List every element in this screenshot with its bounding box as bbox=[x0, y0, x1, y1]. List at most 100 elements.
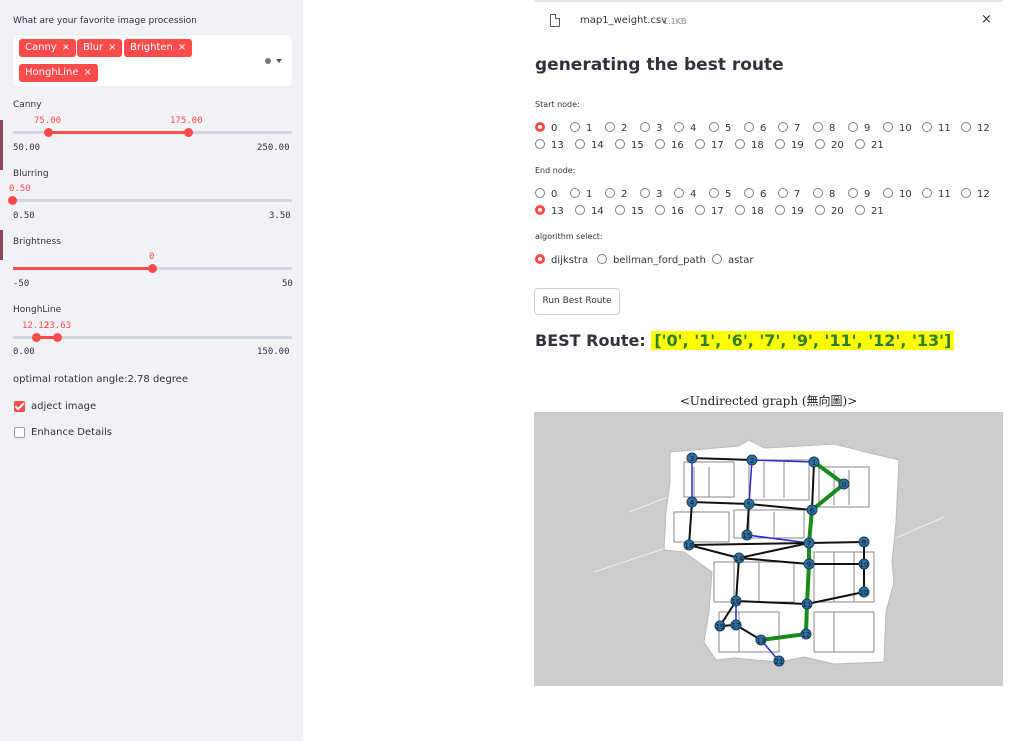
radio-button-icon[interactable] bbox=[815, 139, 825, 149]
radio-button-icon[interactable] bbox=[655, 205, 665, 215]
run-best-route-button[interactable]: Run Best Route bbox=[534, 288, 620, 315]
radio-button-icon[interactable] bbox=[775, 205, 785, 215]
radio-button-icon[interactable] bbox=[605, 122, 615, 132]
start-node-radio-15[interactable]: 15 bbox=[615, 139, 644, 151]
end-node-radio-10[interactable]: 10 bbox=[883, 188, 912, 200]
end-node-radio-16[interactable]: 16 bbox=[655, 205, 684, 217]
start-node-radio-10[interactable]: 10 bbox=[883, 122, 912, 134]
radio-button-icon[interactable] bbox=[597, 254, 607, 264]
radio-button-icon[interactable] bbox=[615, 139, 625, 149]
radio-button-icon[interactable] bbox=[695, 139, 705, 149]
canny-high-handle[interactable] bbox=[184, 128, 193, 137]
radio-button-icon[interactable] bbox=[813, 188, 823, 198]
blurring-handle[interactable] bbox=[8, 196, 17, 205]
radio-button-icon[interactable] bbox=[570, 188, 580, 198]
start-node-radio-20[interactable]: 20 bbox=[815, 139, 844, 151]
algorithm-radio-astar[interactable]: astar bbox=[712, 254, 754, 266]
start-node-radio-8[interactable]: 8 bbox=[813, 122, 835, 134]
brightness-handle[interactable] bbox=[148, 264, 157, 273]
start-node-radio-6[interactable]: 6 bbox=[744, 122, 766, 134]
end-node-radio-21[interactable]: 21 bbox=[855, 205, 884, 217]
start-node-radio-14[interactable]: 14 bbox=[575, 139, 604, 151]
honghline-high-handle[interactable] bbox=[53, 333, 62, 342]
end-node-radio-5[interactable]: 5 bbox=[709, 188, 731, 200]
honghline-low-handle[interactable] bbox=[32, 333, 41, 342]
end-node-radio-2[interactable]: 2 bbox=[605, 188, 627, 200]
canny-low-handle[interactable] bbox=[44, 128, 53, 137]
radio-button-icon[interactable] bbox=[735, 205, 745, 215]
end-node-radio-12[interactable]: 12 bbox=[961, 188, 990, 200]
chip-honghline[interactable]: HonghLine × bbox=[19, 64, 98, 82]
start-node-radio-9[interactable]: 9 bbox=[848, 122, 870, 134]
end-node-radio-0[interactable]: 0 bbox=[535, 188, 557, 200]
radio-button-icon[interactable] bbox=[640, 188, 650, 198]
radio-button-icon[interactable] bbox=[855, 139, 865, 149]
end-node-radio-13[interactable]: 13 bbox=[535, 205, 564, 217]
radio-button-icon[interactable] bbox=[775, 139, 785, 149]
chip-remove-icon[interactable]: × bbox=[108, 42, 116, 53]
start-node-radio-0[interactable]: 0 bbox=[535, 122, 557, 134]
start-node-radio-5[interactable]: 5 bbox=[709, 122, 731, 134]
radio-button-icon[interactable] bbox=[848, 188, 858, 198]
start-node-radio-18[interactable]: 18 bbox=[735, 139, 764, 151]
radio-button-icon[interactable] bbox=[961, 122, 971, 132]
end-node-radio-14[interactable]: 14 bbox=[575, 205, 604, 217]
radio-button-icon[interactable] bbox=[744, 188, 754, 198]
start-node-radio-7[interactable]: 7 bbox=[778, 122, 800, 134]
start-node-radio-19[interactable]: 19 bbox=[775, 139, 804, 151]
start-node-radio-12[interactable]: 12 bbox=[961, 122, 990, 134]
radio-button-icon[interactable] bbox=[922, 122, 932, 132]
radio-button-icon[interactable] bbox=[640, 122, 650, 132]
radio-button-icon[interactable] bbox=[535, 139, 545, 149]
radio-button-icon[interactable] bbox=[655, 139, 665, 149]
end-node-radio-7[interactable]: 7 bbox=[778, 188, 800, 200]
chip-canny[interactable]: Canny × bbox=[19, 39, 77, 57]
end-node-radio-18[interactable]: 18 bbox=[735, 205, 764, 217]
end-node-radio-1[interactable]: 1 bbox=[570, 188, 592, 200]
end-node-radio-8[interactable]: 8 bbox=[813, 188, 835, 200]
radio-button-icon[interactable] bbox=[535, 122, 545, 132]
radio-button-icon[interactable] bbox=[575, 139, 585, 149]
chip-remove-icon[interactable]: × bbox=[62, 42, 70, 53]
adject-image-checkbox[interactable] bbox=[14, 401, 25, 412]
end-node-radio-9[interactable]: 9 bbox=[848, 188, 870, 200]
radio-button-icon[interactable] bbox=[709, 188, 719, 198]
radio-button-icon[interactable] bbox=[883, 122, 893, 132]
radio-button-icon[interactable] bbox=[605, 188, 615, 198]
end-node-radio-4[interactable]: 4 bbox=[674, 188, 696, 200]
radio-button-icon[interactable] bbox=[535, 205, 545, 215]
radio-button-icon[interactable] bbox=[712, 254, 722, 264]
start-node-radio-21[interactable]: 21 bbox=[855, 139, 884, 151]
adject-image-label[interactable]: adject image bbox=[31, 401, 96, 412]
end-node-radio-15[interactable]: 15 bbox=[615, 205, 644, 217]
radio-button-icon[interactable] bbox=[735, 139, 745, 149]
start-node-radio-2[interactable]: 2 bbox=[605, 122, 627, 134]
radio-button-icon[interactable] bbox=[922, 188, 932, 198]
radio-button-icon[interactable] bbox=[674, 188, 684, 198]
end-node-radio-3[interactable]: 3 bbox=[640, 188, 662, 200]
radio-button-icon[interactable] bbox=[855, 205, 865, 215]
radio-button-icon[interactable] bbox=[778, 188, 788, 198]
radio-button-icon[interactable] bbox=[883, 188, 893, 198]
enhance-details-label[interactable]: Enhance Details bbox=[31, 427, 112, 438]
radio-button-icon[interactable] bbox=[535, 254, 545, 264]
start-node-radio-4[interactable]: 4 bbox=[674, 122, 696, 134]
radio-button-icon[interactable] bbox=[709, 122, 719, 132]
radio-button-icon[interactable] bbox=[615, 205, 625, 215]
radio-button-icon[interactable] bbox=[778, 122, 788, 132]
radio-button-icon[interactable] bbox=[961, 188, 971, 198]
end-node-radio-17[interactable]: 17 bbox=[695, 205, 724, 217]
end-node-radio-11[interactable]: 11 bbox=[922, 188, 951, 200]
radio-button-icon[interactable] bbox=[695, 205, 705, 215]
radio-button-icon[interactable] bbox=[815, 205, 825, 215]
start-node-radio-17[interactable]: 17 bbox=[695, 139, 724, 151]
start-node-radio-3[interactable]: 3 bbox=[640, 122, 662, 134]
radio-button-icon[interactable] bbox=[535, 188, 545, 198]
algorithm-radio-bellman_ford_path[interactable]: bellman_ford_path bbox=[597, 254, 706, 266]
radio-button-icon[interactable] bbox=[570, 122, 580, 132]
radio-button-icon[interactable] bbox=[744, 122, 754, 132]
chip-blur[interactable]: Blur × bbox=[77, 39, 123, 57]
start-node-radio-1[interactable]: 1 bbox=[570, 122, 592, 134]
start-node-radio-13[interactable]: 13 bbox=[535, 139, 564, 151]
chip-remove-icon[interactable]: × bbox=[178, 42, 186, 53]
